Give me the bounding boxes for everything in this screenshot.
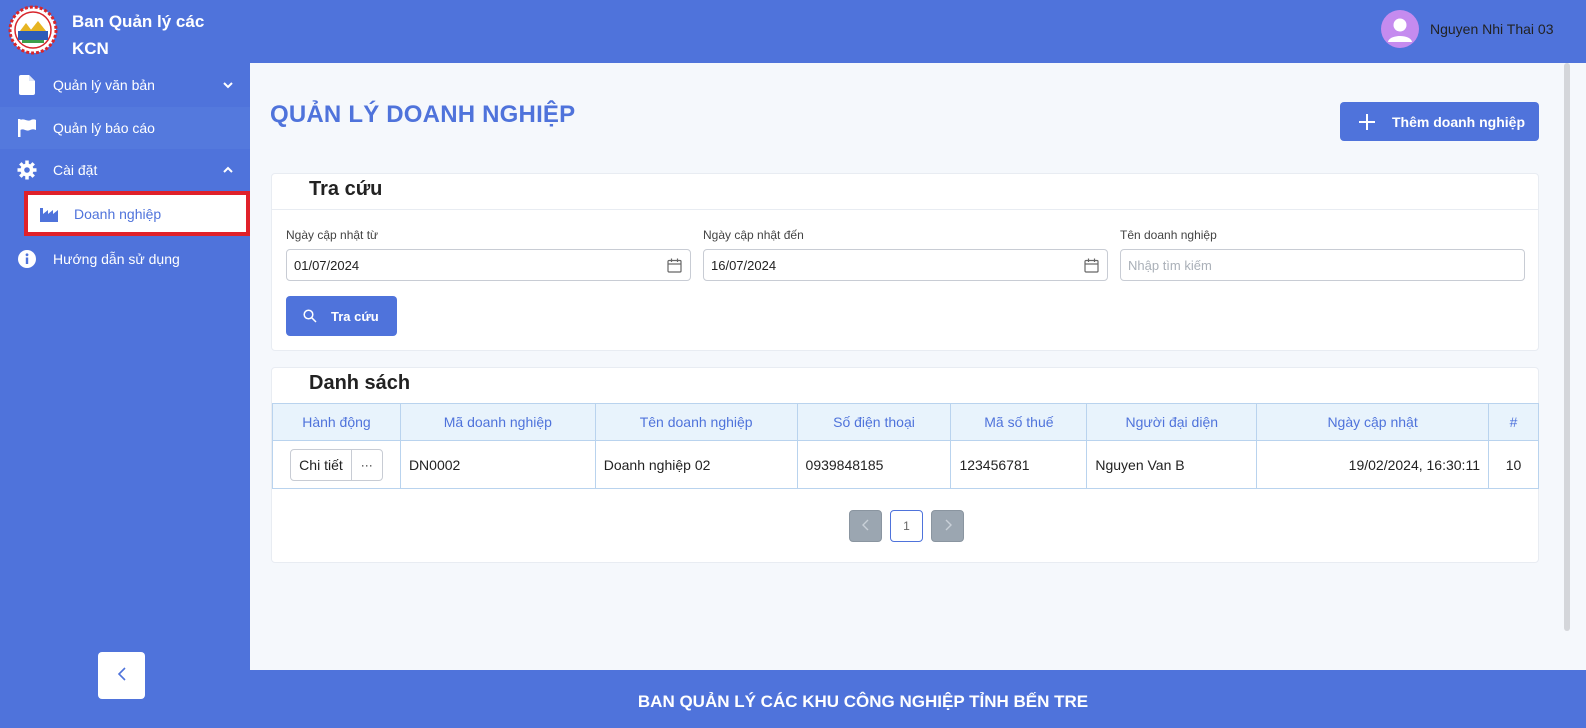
column-header-actions[interactable]: Hành động — [272, 403, 401, 441]
info-icon — [17, 249, 37, 269]
chevron-left-icon — [861, 518, 870, 534]
more-actions-button[interactable]: ··· — [352, 450, 382, 480]
chevron-left-icon — [116, 666, 128, 685]
cell-name: Doanh nghiệp 02 — [594, 440, 798, 489]
chevron-up-icon — [222, 163, 234, 175]
from-date-value: 01/07/2024 — [294, 257, 360, 273]
flag-icon — [17, 118, 37, 138]
user-avatar-icon[interactable] — [1381, 10, 1419, 48]
brand-title: Ban Quản lý các KCN — [72, 12, 205, 58]
add-enterprise-button[interactable]: Thêm doanh nghiệp — [1340, 102, 1539, 141]
column-header-tax-code[interactable]: Mã số thuế — [950, 403, 1088, 441]
calendar-icon — [1084, 258, 1099, 273]
column-header-name[interactable]: Tên doanh nghiệp — [594, 403, 798, 441]
sidebar: Ban Quản lý các KCN Quản lý văn bản Quản… — [0, 0, 250, 728]
pagination: 1 — [849, 510, 972, 542]
collapse-sidebar-button[interactable] — [98, 652, 145, 699]
factory-icon — [40, 204, 60, 224]
cell-phone: 0939848185 — [796, 440, 952, 489]
sidebar-item-label: Doanh nghiệp — [74, 205, 162, 222]
column-header-representative[interactable]: Người đại diện — [1086, 403, 1258, 441]
cell-representative: Nguyen Van B — [1086, 440, 1258, 489]
table-row: Chi tiết ··· DN0002 Doanh nghiệp 02 0939… — [272, 440, 1540, 489]
enterprise-name-search-input[interactable]: Nhập tìm kiếm — [1120, 249, 1525, 281]
to-date-label: Ngày cập nhật đến — [703, 228, 804, 242]
column-header-updated[interactable]: Ngày cập nhật — [1256, 403, 1489, 441]
actions-cell: Chi tiết ··· — [272, 440, 401, 489]
row-action-group: Chi tiết ··· — [290, 448, 383, 481]
sidebar-item-document-management[interactable]: Quản lý văn bản — [0, 64, 250, 106]
brand: Ban Quản lý các KCN — [0, 0, 250, 62]
search-button-label: Tra cứu — [331, 308, 379, 324]
footer: BAN QUẢN LÝ CÁC KHU CÔNG NGHIỆP TỈNH BẾN… — [250, 670, 1586, 728]
column-header-index[interactable]: # — [1487, 403, 1540, 441]
page-number-button[interactable]: 1 — [890, 510, 923, 542]
search-input-placeholder: Nhập tìm kiếm — [1128, 257, 1212, 273]
calendar-icon — [667, 258, 682, 273]
plus-icon — [1357, 112, 1377, 132]
page-title: QUẢN LÝ DOANH NGHIỆP — [270, 101, 576, 128]
footer-text: BAN QUẢN LÝ CÁC KHU CÔNG NGHIỆP TỈNH BẾN… — [637, 692, 1089, 711]
sidebar-item-label: Hướng dẫn sử dụng — [53, 251, 180, 267]
sidebar-item-settings[interactable]: Cài đặt — [0, 149, 250, 191]
sidebar-item-user-guide[interactable]: Hướng dẫn sử dụng — [0, 238, 250, 280]
list-panel-title: Danh sách — [309, 372, 411, 394]
to-date-field[interactable]: 16/07/2024 — [703, 249, 1108, 281]
sidebar-item-label: Quản lý văn bản — [53, 77, 155, 93]
divider — [272, 209, 1538, 210]
cell-tax-code: 123456781 — [950, 440, 1088, 489]
sidebar-item-label: Quản lý báo cáo — [53, 120, 155, 136]
column-header-code[interactable]: Mã doanh nghiệp — [399, 403, 596, 441]
vertical-scrollbar[interactable] — [1564, 63, 1570, 631]
from-date-field[interactable]: 01/07/2024 — [286, 249, 691, 281]
column-header-phone[interactable]: Số điện thoại — [796, 403, 952, 441]
enterprise-table: Hành động Mã doanh nghiệp Tên doanh nghi… — [272, 403, 1540, 489]
sidebar-item-report-management[interactable]: Quản lý báo cáo — [0, 107, 250, 149]
prev-page-button[interactable] — [849, 510, 882, 542]
cell-code: DN0002 — [399, 440, 596, 489]
chevron-down-icon — [222, 78, 234, 90]
to-date-value: 16/07/2024 — [711, 257, 777, 273]
sidebar-item-label: Cài đặt — [53, 162, 98, 178]
from-date-label: Ngày cập nhật từ — [286, 228, 379, 242]
cell-updated: 19/02/2024, 16:30:11 — [1256, 440, 1489, 489]
search-panel: Tra cứu Ngày cập nhật từ 01/07/2024 Ngày… — [271, 173, 1539, 351]
list-panel: Danh sách Hành động Mã doanh nghiệp Tên … — [271, 367, 1540, 563]
search-panel-title: Tra cứu — [309, 178, 383, 200]
ellipsis-icon: ··· — [360, 457, 373, 472]
add-enterprise-label: Thêm doanh nghiệp — [1392, 113, 1525, 130]
sidebar-item-enterprise[interactable]: Doanh nghiệp — [24, 191, 250, 236]
cell-index: 10 — [1487, 440, 1540, 489]
gear-icon — [17, 160, 37, 180]
chevron-right-icon — [944, 518, 952, 534]
detail-button[interactable]: Chi tiết — [291, 449, 352, 480]
user-name[interactable]: Nguyen Nhi Thai 03 — [1430, 21, 1553, 37]
enterprise-name-label: Tên doanh nghiệp — [1120, 228, 1217, 242]
search-button[interactable]: Tra cứu — [286, 296, 397, 336]
search-icon — [303, 309, 317, 323]
industrial-zone-logo-icon — [8, 5, 58, 55]
table-header-row: Hành động Mã doanh nghiệp Tên doanh nghi… — [272, 403, 1540, 441]
document-icon — [17, 75, 37, 95]
next-page-button[interactable] — [931, 510, 964, 542]
